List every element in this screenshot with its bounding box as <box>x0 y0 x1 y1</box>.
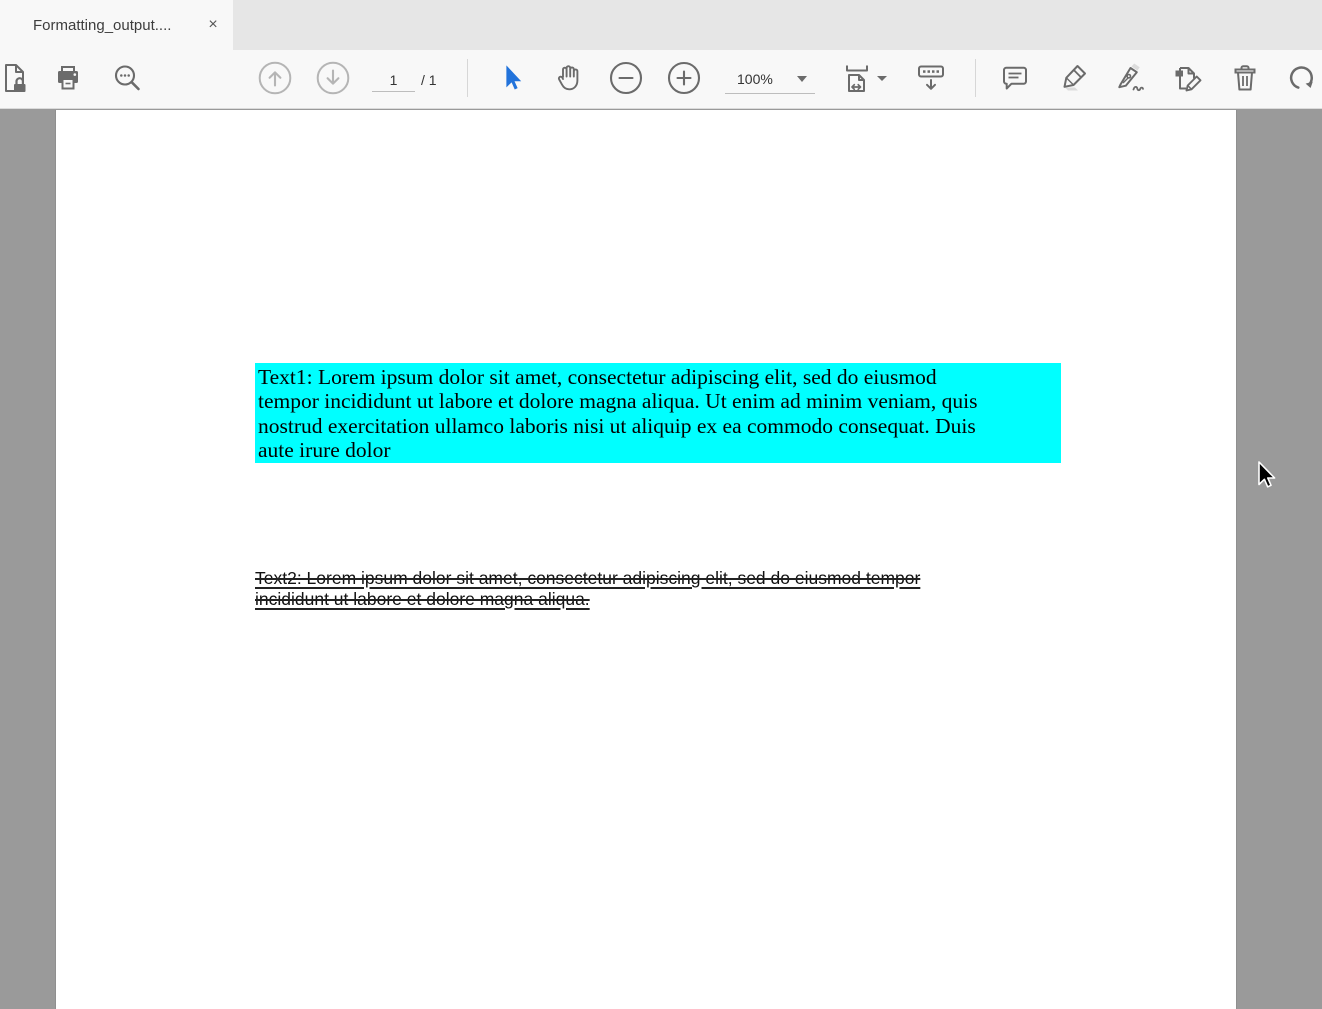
zoom-level-value: 100% <box>737 71 773 87</box>
document-lock-icon <box>0 62 30 94</box>
rotate-clockwise-icon <box>1286 62 1318 94</box>
trash-icon <box>1229 62 1261 94</box>
minus-circle-icon <box>608 60 644 96</box>
rotate-pages-button[interactable] <box>1282 58 1322 98</box>
text-line: Text1: Lorem ipsum dolor sit amet, conse… <box>258 365 1061 389</box>
print-icon <box>52 62 84 94</box>
find-button[interactable] <box>107 58 147 98</box>
page-count-label: / 1 <box>421 72 437 88</box>
arrow-up-circle-icon <box>257 60 293 96</box>
document-canvas[interactable]: Text1: Lorem ipsum dolor sit amet, conse… <box>0 110 1322 1009</box>
chevron-down-icon <box>797 76 807 82</box>
toolbar-separator <box>975 59 976 97</box>
comment-icon <box>999 62 1031 94</box>
fill-and-sign-button[interactable] <box>1111 58 1151 98</box>
select-arrow-icon <box>497 63 527 93</box>
hand-tool-button[interactable] <box>549 58 589 98</box>
document-protect-button[interactable] <box>0 58 34 98</box>
next-page-button[interactable] <box>313 58 353 98</box>
main-toolbar: / 1 100% <box>0 50 1322 109</box>
text-line: aute irure dolor <box>258 438 1061 462</box>
chevron-down-icon <box>877 76 887 81</box>
page-number-input[interactable] <box>372 68 415 92</box>
highlight-button[interactable] <box>1053 58 1093 98</box>
toolbar-separator <box>467 59 468 97</box>
fill-sign-pen-icon <box>1114 62 1148 94</box>
print-button[interactable] <box>48 58 88 98</box>
hand-icon <box>553 62 585 94</box>
tab-bar: Formatting_output.... × <box>0 0 1322 50</box>
highlighted-text-annotation[interactable]: Text1: Lorem ipsum dolor sit amet, conse… <box>255 363 1061 463</box>
text-line: nostrud exercitation ullamco laboris nis… <box>258 414 1061 438</box>
tab-close-button[interactable]: × <box>201 13 225 37</box>
pdf-page[interactable]: Text1: Lorem ipsum dolor sit amet, conse… <box>55 110 1237 1009</box>
zoom-in-button[interactable] <box>664 58 704 98</box>
tab-title: Formatting_output.... <box>33 17 171 34</box>
hide-toolbar-icon <box>914 62 948 94</box>
fit-width-icon <box>840 61 874 95</box>
zoom-out-button[interactable] <box>606 58 646 98</box>
comment-button[interactable] <box>995 58 1035 98</box>
text-line: tempor incididunt ut labore et dolore ma… <box>258 389 1061 413</box>
document-tab[interactable]: Formatting_output.... × <box>0 0 233 50</box>
select-tool-button[interactable] <box>492 58 532 98</box>
highlighter-icon <box>1057 62 1089 94</box>
search-icon <box>111 62 144 95</box>
previous-page-button[interactable] <box>255 58 295 98</box>
strikethrough-underline-text-annotation[interactable]: Text2: Lorem ipsum dolor sit amet, conse… <box>255 568 920 610</box>
text-line: Text2: Lorem ipsum dolor sit amet, conse… <box>255 568 920 589</box>
pdf-viewer-window: Formatting_output.... × <box>0 0 1322 1009</box>
arrow-down-circle-icon <box>315 60 351 96</box>
hide-toolbar-button[interactable] <box>911 58 951 98</box>
close-icon: × <box>208 16 217 34</box>
zoom-level-dropdown[interactable]: 100% <box>725 64 815 94</box>
delete-pages-button[interactable] <box>1225 58 1265 98</box>
edit-pdf-button[interactable] <box>1168 58 1208 98</box>
text-line: incididunt ut labore et dolore magna ali… <box>255 589 920 610</box>
edit-page-icon <box>1171 62 1205 94</box>
fit-width-dropdown[interactable] <box>840 58 892 98</box>
plus-circle-icon <box>666 60 702 96</box>
